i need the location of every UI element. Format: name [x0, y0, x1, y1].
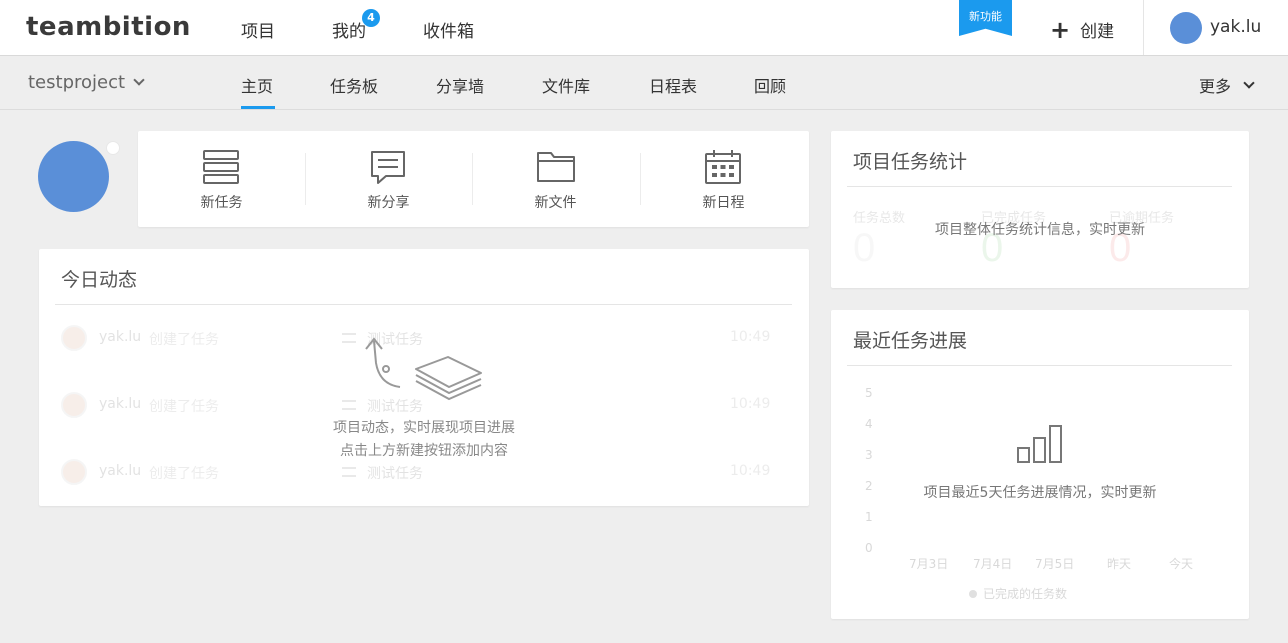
tab-files[interactable]: 文件库 [542, 73, 590, 97]
project-name: testproject [28, 72, 126, 93]
progress-empty-text: 项目最近5天任务进展情况，实时更新 [923, 485, 1157, 501]
legend-dot [969, 590, 977, 598]
quick-actions-card: 新任务 新分享 新文件 新日程 [138, 131, 809, 227]
task-stats-card: 项目任务统计 任务总数 0 已完成任务 0 已逾期任务 0 项目整体任务统计信息… [831, 131, 1249, 288]
new-event-label: 新日程 [702, 195, 745, 211]
user-avatar[interactable] [1170, 12, 1202, 44]
title-divider [847, 186, 1232, 187]
more-label: 更多 [1199, 77, 1232, 96]
create-button[interactable]: + 创建 [1050, 15, 1115, 44]
chevron-down-icon [133, 74, 145, 86]
activity-empty-line2: 点击上方新建按钮添加内容 [340, 443, 508, 459]
new-event-button[interactable]: 新日程 [640, 131, 807, 227]
project-switcher[interactable]: testproject [28, 72, 145, 93]
bar-chart-icon [1017, 425, 1062, 463]
new-share-button[interactable]: 新分享 [305, 131, 472, 227]
more-menu[interactable]: 更多 [1199, 73, 1255, 97]
stats-empty-text: 项目整体任务统计信息，实时更新 [935, 222, 1145, 238]
y-tick: 5 [865, 386, 873, 400]
project-avatar[interactable] [38, 141, 109, 212]
task-icon [342, 333, 356, 343]
tab-taskboard[interactable]: 任务板 [330, 73, 378, 97]
new-task-button[interactable]: 新任务 [138, 131, 305, 227]
new-feature-ribbon[interactable]: 新功能 [959, 0, 1012, 36]
activity-time: 10:49 [730, 329, 771, 345]
avatar [61, 392, 87, 418]
nav-inbox[interactable]: 收件箱 [423, 17, 474, 42]
today-activity-card: 今日动态 yak.lu 创建了任务 测试任务 10:49 yak.lu 创建了任… [39, 249, 809, 506]
project-subnav: testproject 主页 任务板 分享墙 文件库 日程表 回顾 更多 [0, 56, 1288, 110]
nav-projects[interactable]: 项目 [241, 17, 275, 42]
title-divider [55, 304, 792, 305]
chevron-down-icon [1243, 76, 1255, 89]
y-tick: 3 [865, 448, 873, 462]
notification-badge: 4 [362, 9, 380, 27]
new-file-button[interactable]: 新文件 [472, 131, 639, 227]
activity-row: yak.lu 创建了任务 测试任务 10:49 [61, 459, 781, 485]
activity-title: 今日动态 [61, 269, 138, 291]
activity-empty-line1: 项目动态，实时展现项目进展 [333, 420, 515, 436]
empty-stack-illustration-icon [365, 337, 482, 401]
top-header: teambition 项目 我的 4 收件箱 新功能 + 创建 yak.lu [0, 0, 1288, 56]
y-tick: 4 [865, 417, 873, 431]
activity-user: yak.lu [99, 396, 142, 412]
tab-home[interactable]: 主页 [241, 73, 273, 97]
new-share-label: 新分享 [367, 195, 410, 211]
avatar [61, 325, 87, 351]
active-tab-indicator [241, 106, 275, 109]
activity-action: 创建了任务 [149, 399, 219, 415]
activity-user: yak.lu [99, 329, 142, 345]
activity-action: 创建了任务 [149, 466, 219, 482]
tab-calendar[interactable]: 日程表 [649, 73, 697, 97]
activity-task: 测试任务 [367, 466, 423, 482]
x-tick: 7月3日 [909, 557, 949, 571]
activity-time: 10:49 [730, 396, 771, 412]
progress-title: 最近任务进展 [853, 330, 968, 352]
y-tick: 1 [865, 510, 873, 524]
activity-user: yak.lu [99, 463, 142, 479]
new-task-label: 新任务 [200, 195, 243, 211]
task-icon [342, 467, 356, 477]
tab-share-wall[interactable]: 分享墙 [436, 73, 484, 97]
project-avatar-status-dot [106, 141, 120, 155]
activity-time: 10:49 [730, 463, 771, 479]
title-divider [847, 365, 1232, 366]
task-icon [342, 400, 356, 410]
x-tick: 昨天 [1107, 557, 1132, 571]
plus-icon: + [1050, 15, 1071, 44]
tab-review[interactable]: 回顾 [754, 73, 786, 97]
x-tick: 7月4日 [973, 557, 1013, 571]
x-tick: 7月5日 [1035, 557, 1075, 571]
legend-label: 已完成的任务数 [983, 587, 1068, 601]
create-label: 创建 [1080, 22, 1115, 42]
stats-title: 项目任务统计 [853, 151, 968, 173]
calendar-icon [705, 150, 741, 184]
chart-legend: 已完成的任务数 [969, 585, 1067, 602]
y-tick: 0 [865, 541, 873, 555]
speech-bubble-icon [371, 151, 405, 184]
x-tick: 今天 [1169, 557, 1194, 571]
new-file-label: 新文件 [534, 195, 577, 211]
recent-progress-card: 最近任务进展 5 4 3 2 1 0 7月3日 7月4日 7月5日 昨天 今天 … [831, 310, 1249, 619]
avatar [61, 459, 87, 485]
activity-action: 创建了任务 [149, 332, 219, 348]
header-divider [1143, 0, 1144, 55]
task-stack-icon [203, 150, 239, 184]
username[interactable]: yak.lu [1210, 17, 1261, 37]
teambition-logo[interactable]: teambition [26, 12, 191, 42]
nav-mine[interactable]: 我的 [332, 17, 366, 42]
folder-icon [537, 152, 575, 182]
